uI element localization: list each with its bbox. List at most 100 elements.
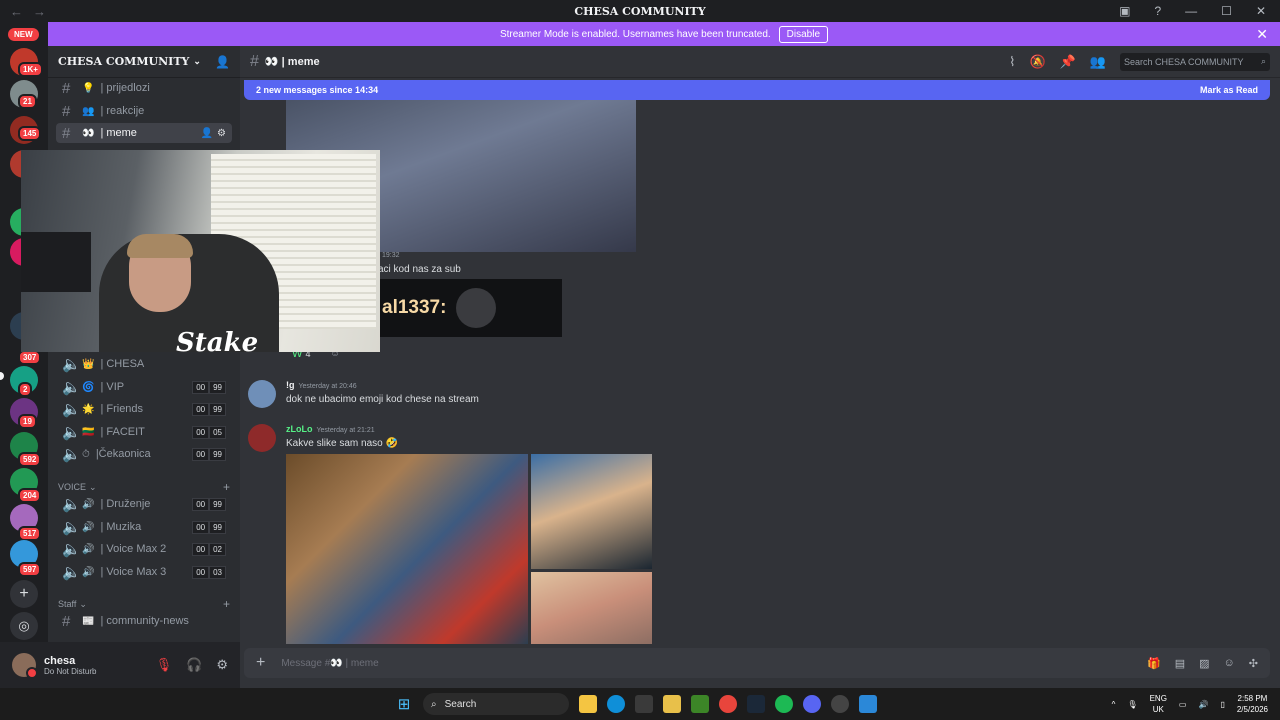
maximize-button[interactable]: ☐ [1221,4,1232,18]
channel-name: | Friends [100,403,144,415]
minecraft-icon[interactable] [691,695,709,713]
emoji-icon[interactable]: ☺ [1224,657,1235,670]
headphones-icon[interactable]: 🎧 [186,657,202,673]
channel-item[interactable]: # 💡 | prijedlozi [56,78,232,98]
user-panel: chesa Do Not Disturb 🎙 🎧 ⚙ [0,642,240,688]
message-image[interactable] [286,454,528,644]
search-input[interactable]: Search CHESA COMMUNITY ⌕ [1120,52,1270,71]
microphone-icon[interactable]: 🎙 [1127,700,1137,709]
voice-channel[interactable]: 🔈 🔊 | Voice Max 2 00 02 [56,539,232,559]
gift-icon[interactable]: 🎁 [1147,657,1161,670]
sticker-icon[interactable]: ▨ [1199,657,1209,670]
message-time: Yesterday at 21:21 [316,427,375,434]
speaker-icon: 🔈 [62,424,81,441]
user-limit: 03 [209,565,226,579]
voice-channel[interactable]: 🔈 🌟 | Friends 00 99 [56,399,232,419]
taskbar-search[interactable]: ⌕ Search [423,693,569,715]
threads-icon[interactable]: ⌇ [1009,54,1015,70]
voice-channel[interactable]: 🔈 🔊 | Muzika 00 99 [56,517,232,537]
chevron-up-icon[interactable]: ^ [1112,700,1116,709]
message-embed[interactable]: al1337: [376,279,562,337]
minimize-button[interactable]: — [1185,4,1197,18]
volume-icon[interactable]: 🔊 [1198,700,1208,709]
voice-channel[interactable]: 🔈 👑 | CHESA [56,354,232,374]
battery-icon[interactable]: ▯ [1220,700,1224,709]
message-time: Yesterday at 20:46 [298,383,357,390]
file-explorer-icon[interactable] [579,695,597,713]
add-server-icon[interactable]: + [10,580,38,608]
app-icon[interactable] [663,695,681,713]
steam-icon[interactable] [747,695,765,713]
gif-icon[interactable]: ▤ [1175,657,1185,670]
gear-icon[interactable]: ⚙ [217,128,226,139]
pin-icon[interactable]: 📌 [1060,54,1076,70]
mark-as-read-button[interactable]: Mark as Read [1200,85,1258,95]
server-badge: 21 [18,94,37,109]
channel-item[interactable]: # 📰 | community-news [56,611,232,631]
inbox-icon[interactable]: ▣ [1119,4,1130,18]
chevron-down-icon: ⌄ [89,481,97,492]
category-staff[interactable]: Staff ⌄ + [58,597,230,611]
windows-start-icon[interactable]: ⊞ [395,695,413,713]
channel-name: | meme [100,127,137,139]
message-composer[interactable]: + Message #👀 | meme 🎁 ▤ ▨ ☺ ✣ [244,648,1270,678]
channel-name: | Voice Max 2 [100,543,167,555]
guild-header[interactable]: CHESA COMMUNITY ⌄ 👤 [48,46,240,78]
speaker-icon: 🔈 [62,519,81,536]
channel-item[interactable]: # 👥 | reakcije [56,101,232,121]
edge-icon[interactable] [607,695,625,713]
chrome-icon[interactable] [719,695,737,713]
members-icon[interactable]: 👥 [1090,54,1106,70]
app-icon[interactable] [859,695,877,713]
channel-emoji: 📰 [82,615,95,627]
message-image[interactable] [531,572,652,644]
new-badge: NEW [8,28,39,41]
forward-arrow-icon[interactable]: → [33,4,46,19]
add-channel-icon[interactable]: + [223,597,230,611]
back-arrow-icon[interactable]: ← [10,4,23,19]
notifications-muted-icon[interactable]: 🔕 [1029,54,1045,70]
attach-icon[interactable]: + [256,654,265,672]
network-icon[interactable]: ▭ [1179,700,1187,709]
new-messages-bar[interactable]: 2 new messages since 14:34 Mark as Read [244,80,1270,100]
search-placeholder: Search CHESA COMMUNITY [1124,56,1244,67]
clock[interactable]: 2:58 PM 2/5/2026 [1237,693,1268,715]
voice-channel[interactable]: 🔈 🔊 | Voice Max 3 00 03 [56,562,232,582]
message-author[interactable]: !g [286,380,295,390]
avatar[interactable] [248,380,276,408]
close-window-button[interactable]: ✕ [1256,4,1266,18]
voice-channel[interactable]: 🔈 🇱🇹 | FACEIT 00 05 [56,422,232,442]
category-voice[interactable]: VOICE ⌄ + [58,480,230,494]
voice-channel[interactable]: 🔈 ⏱ |Čekaonica 00 99 [56,444,232,464]
mic-muted-icon[interactable]: 🎙 [156,657,173,673]
close-icon[interactable]: ✕ [1256,26,1268,43]
obs-icon[interactable] [831,695,849,713]
avatar[interactable] [248,424,276,452]
channel-name: | prijedlozi [100,82,150,94]
store-icon[interactable] [635,695,653,713]
server-badge: 597 [18,562,42,577]
avatar[interactable] [12,653,38,679]
message-input[interactable]: Message #👀 | meme [281,658,378,669]
title-bar: ← → CHESA COMMUNITY ▣ ? — ☐ ✕ [0,0,1280,22]
language-indicator[interactable]: ENG UK [1150,693,1167,715]
message-author[interactable]: zLoLo [286,424,313,434]
message-image[interactable] [531,454,652,569]
speaker-icon: 🔈 [62,379,81,396]
gear-icon[interactable]: ⚙ [216,657,228,673]
voice-channel[interactable]: 🔈 🔊 | Druženje 00 99 [56,494,232,514]
help-icon[interactable]: ? [1154,4,1161,18]
spotify-icon[interactable] [775,695,793,713]
invite-icon[interactable]: 👤 [201,128,213,139]
add-channel-icon[interactable]: + [223,480,230,494]
streamer-mode-banner: Streamer Mode is enabled. Usernames have… [48,22,1280,46]
voice-channel[interactable]: 🔈 🌀 | VIP 00 99 [56,377,232,397]
invite-icon[interactable]: 👤 [215,55,230,69]
disable-button[interactable]: Disable [778,25,829,43]
channel-emoji: 👥 [82,105,95,117]
discord-icon[interactable] [803,695,821,713]
apps-icon[interactable]: ✣ [1249,657,1258,670]
hash-icon: # [62,612,71,630]
explore-icon[interactable]: ◎ [10,612,38,640]
channel-item-active[interactable]: # 👀 | meme 👤 ⚙ [56,123,232,143]
